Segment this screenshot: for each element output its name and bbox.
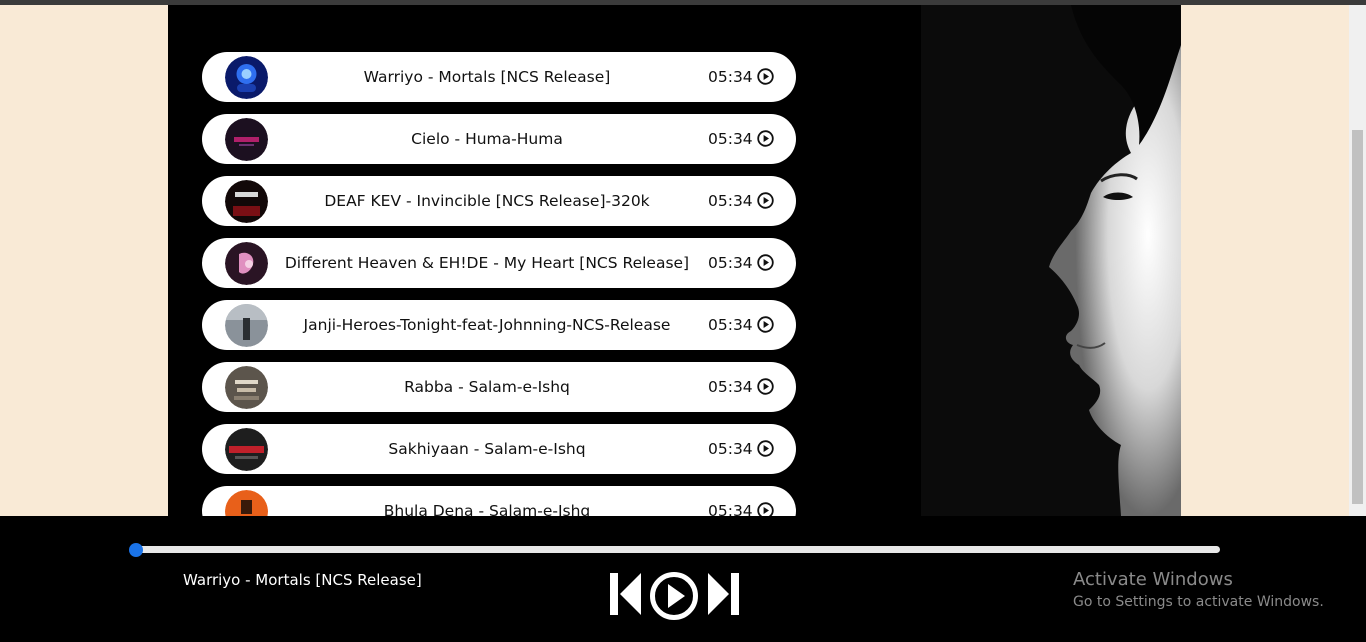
song-duration: 05:34 [708, 68, 753, 86]
play-circle-icon[interactable] [757, 192, 774, 209]
song-cover-thumbnail [225, 428, 268, 471]
song-item[interactable]: Warriyo - Mortals [NCS Release] 05:34 [202, 52, 796, 102]
song-item[interactable]: Rabba - Salam-e-Ishq 05:34 [202, 362, 796, 412]
song-item[interactable]: DEAF KEV - Invincible [NCS Release]-320k… [202, 176, 796, 226]
watermark-heading: Activate Windows [1073, 569, 1233, 590]
play-circle-icon[interactable] [757, 502, 774, 516]
play-circle-icon[interactable] [757, 68, 774, 85]
song-title: Different Heaven & EH!DE - My Heart [NCS… [284, 254, 690, 272]
song-cover-thumbnail [225, 242, 268, 285]
play-circle-icon[interactable] [757, 130, 774, 147]
song-cover-thumbnail [225, 56, 268, 99]
song-item[interactable]: Different Heaven & EH!DE - My Heart [NCS… [202, 238, 796, 288]
song-duration: 05:34 [708, 440, 753, 458]
music-panel: Warriyo - Mortals [NCS Release] 05:34 Ci… [168, 5, 1181, 516]
now-playing-title: Warriyo - Mortals [NCS Release] [183, 571, 422, 589]
song-duration: 05:34 [708, 316, 753, 334]
progress-bar[interactable] [135, 546, 1220, 553]
play-circle-icon[interactable] [757, 440, 774, 457]
song-duration: 05:34 [708, 254, 753, 272]
song-list: Warriyo - Mortals [NCS Release] 05:34 Ci… [202, 52, 796, 516]
song-title: Warriyo - Mortals [NCS Release] [363, 68, 611, 86]
song-cover-thumbnail [225, 118, 268, 161]
song-item[interactable]: Sakhiyaan - Salam-e-Ishq 05:34 [202, 424, 796, 474]
play-circle-icon[interactable] [649, 571, 699, 621]
skip-previous-icon[interactable] [608, 571, 642, 617]
watermark-subtext: Go to Settings to activate Windows. [1073, 594, 1324, 610]
song-duration: 05:34 [708, 192, 753, 210]
play-circle-icon[interactable] [757, 254, 774, 271]
song-title: Janji-Heroes-Tonight-feat-Johnning-NCS-R… [303, 316, 671, 334]
song-cover-thumbnail [225, 180, 268, 223]
song-item[interactable]: Cielo - Huma-Huma 05:34 [202, 114, 796, 164]
song-duration: 05:34 [708, 502, 753, 516]
song-duration: 05:34 [708, 130, 753, 148]
song-title: Rabba - Salam-e-Ishq [404, 378, 570, 396]
skip-next-icon[interactable] [707, 571, 741, 617]
portrait-background-image [821, 5, 1181, 516]
song-item[interactable]: Janji-Heroes-Tonight-feat-Johnning-NCS-R… [202, 300, 796, 350]
song-item[interactable]: Bhula Dena - Salam-e-Ishq 05:34 [202, 486, 796, 516]
play-circle-icon[interactable] [757, 316, 774, 333]
song-title: Cielo - Huma-Huma [411, 130, 563, 148]
song-duration: 05:34 [708, 378, 753, 396]
song-title: DEAF KEV - Invincible [NCS Release]-320k [324, 192, 650, 210]
progress-handle[interactable] [129, 543, 143, 557]
song-cover-thumbnail [225, 490, 268, 516]
scrollbar-thumb[interactable] [1352, 130, 1363, 504]
song-title: Sakhiyaan - Salam-e-Ishq [388, 440, 586, 458]
windows-activation-watermark: Activate Windows Go to Settings to activ… [1073, 569, 1324, 613]
play-circle-icon[interactable] [757, 378, 774, 395]
song-cover-thumbnail [225, 366, 268, 409]
song-cover-thumbnail [225, 304, 268, 347]
player-bar: Warriyo - Mortals [NCS Release] Activate… [0, 516, 1366, 642]
song-title: Bhula Dena - Salam-e-Ishq [383, 502, 591, 516]
